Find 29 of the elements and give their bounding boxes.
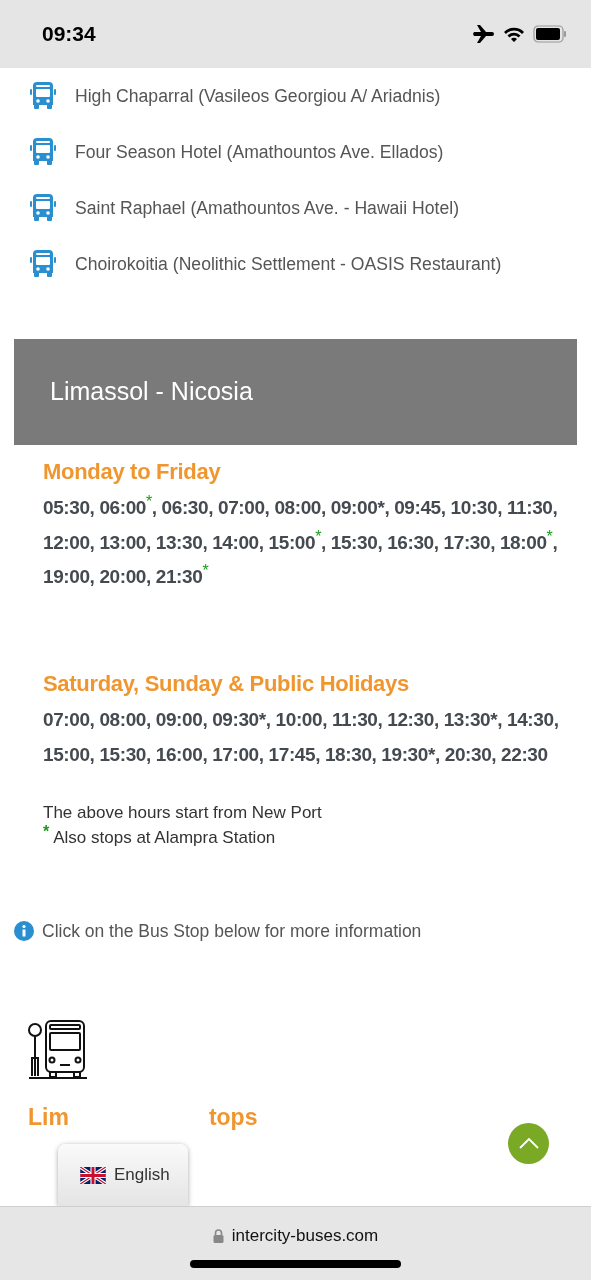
schedule-title: Saturday, Sunday & Public Holidays [43, 670, 410, 698]
bus-stop-name: Choirokoitia (Neolithic Settlement - OASIS Restaurant) [75, 252, 502, 276]
lock-icon [212, 1228, 224, 1243]
chevron-up-icon [518, 1138, 539, 1149]
departure-times: 05:30, 06:00$^{*}$, 06:30, 07:00, 08:00, 09:00*, 09:45, 10:30, 11:30, 12:00, 13:00, 13:30, 14:00, 15:00$^{*}$, 15:30, 16:30, 17:30, 18:00$^{*}$, 19:00, 20:00, 21:30$^{*}$ [43, 492, 559, 590]
note-text: The above hours start from New Port [43, 802, 323, 825]
airplane-icon [473, 24, 495, 44]
bus-stop-name: Four Season Hotel (Amathountos Ave. Ellados) [75, 140, 444, 164]
flag-icon [80, 1166, 106, 1184]
bus-icon [28, 249, 58, 279]
section-heading: tops [208, 1102, 258, 1132]
bus-icon [28, 81, 58, 111]
wifi-icon [503, 25, 525, 43]
clock: 09:34 [42, 21, 96, 48]
schedule-title: Monday to Friday [43, 459, 222, 486]
info-icon [14, 921, 34, 942]
bus-icon [28, 137, 58, 167]
bus-stop-name: Saint Raphael (Amathountos Ave. - Hawaii Hotel) [75, 196, 459, 220]
battery-icon [533, 25, 567, 43]
info-text: Click on the Bus Stop below for more information [42, 920, 422, 944]
departure-times: 07:00, 08:00, 09:00, 09:30*, 10:00, 11:30, 12:30, 13:30*, 14:30, 15:00, 15:30, 16:00, 17:00, 17:45, 18:30, 19:30*, 20:30, 22:30 [43, 708, 560, 767]
bus-stop-icon[interactable] [28, 1019, 88, 1080]
url-text[interactable]: intercity-buses.com [231, 1223, 379, 1249]
bus-stop-name: High Chaparral (Vasileos Georgiou A/ Ariadnis) [75, 84, 441, 108]
language-selector[interactable]: English [58, 1144, 188, 1206]
route-title: Limassol - Nicosia [50, 376, 253, 408]
scroll-to-top-button[interactable] [508, 1123, 549, 1164]
bus-icon [28, 193, 58, 223]
section-heading: Lim [28, 1102, 69, 1132]
